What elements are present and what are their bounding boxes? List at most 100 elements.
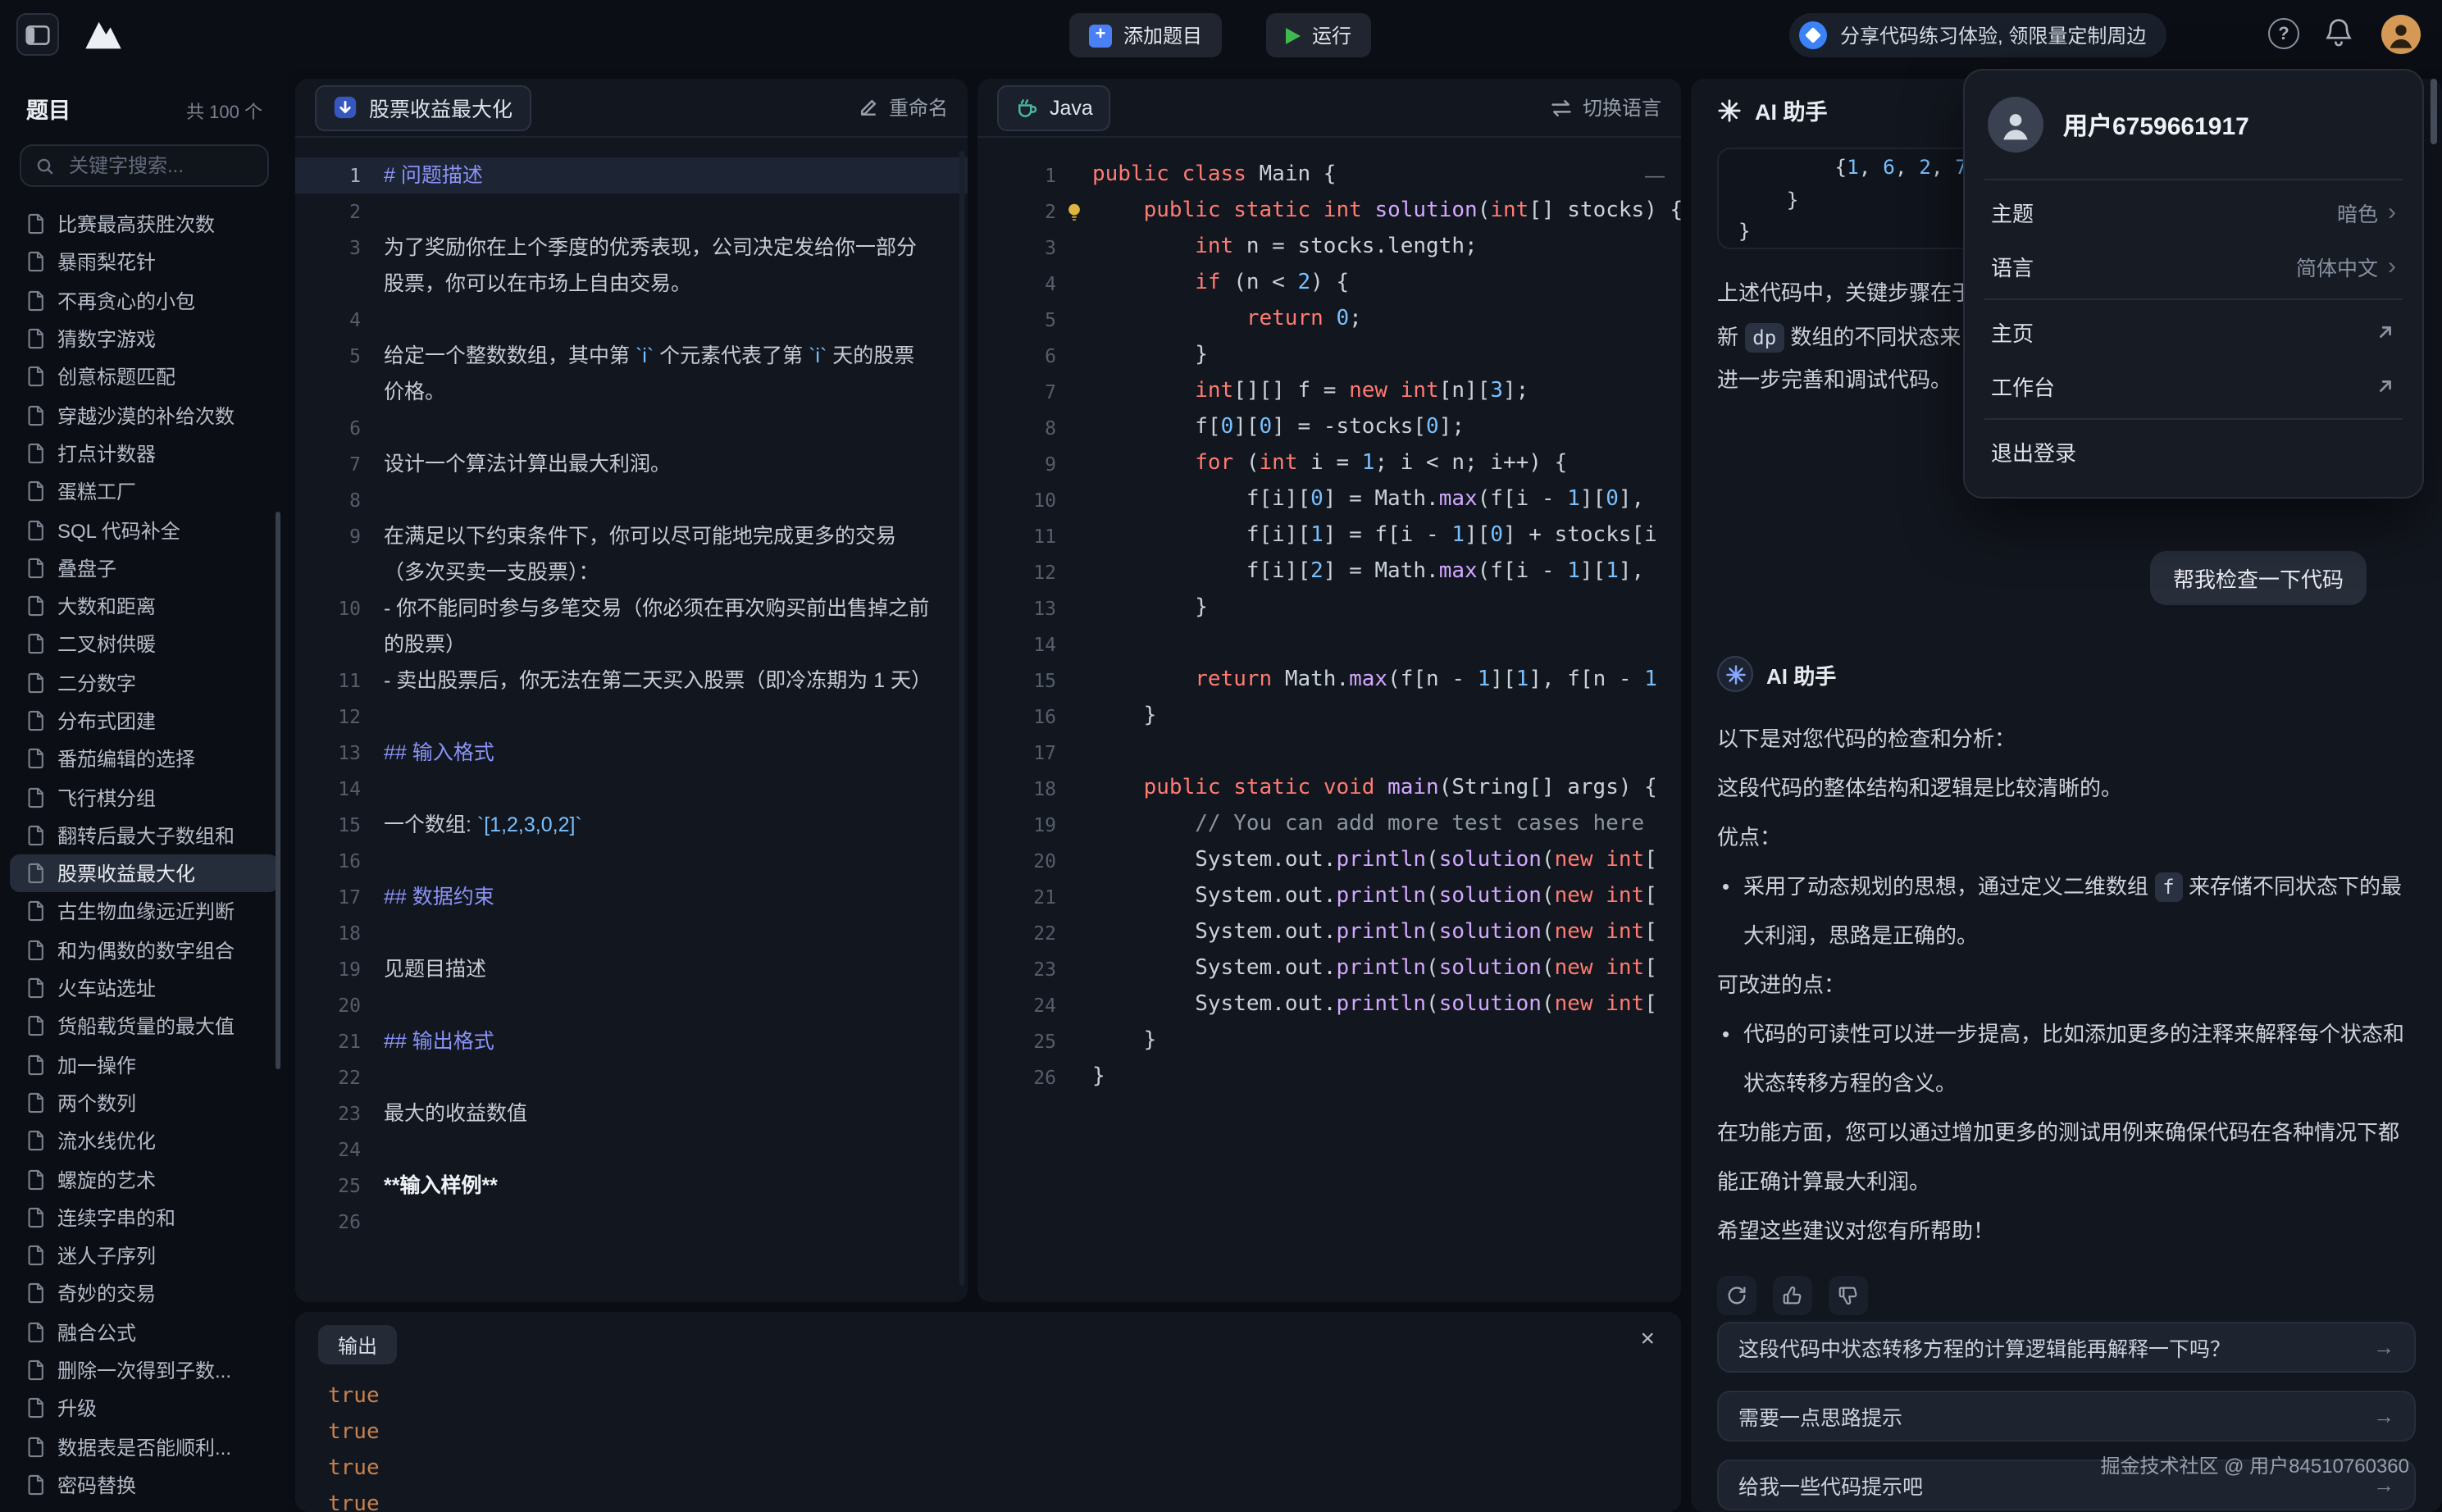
markdown-line[interactable]: 17## 数据约束 xyxy=(295,879,968,915)
sidebar-item-problem[interactable]: 创意标题匹配 xyxy=(10,358,279,396)
markdown-line[interactable]: 18 xyxy=(295,915,968,951)
code-line[interactable]: 8 f[0][0] = -stocks[0]; xyxy=(977,410,1681,446)
fold-indicator[interactable]: — xyxy=(1645,161,1665,190)
sidebar-item-problem[interactable]: 番茄编辑的选择 xyxy=(10,740,279,778)
promo-banner[interactable]: 分享代码练习体验, 领限量定制周边 xyxy=(1789,13,2166,57)
sidebar-item-problem[interactable]: 飞行棋分组 xyxy=(10,778,279,817)
code-line[interactable]: 19 // You can add more test cases here xyxy=(977,807,1681,843)
sidebar-item-problem[interactable]: 迷人子序列 xyxy=(10,1236,279,1275)
sidebar-item-problem[interactable]: 比赛最高获胜次数 xyxy=(10,205,279,244)
code-line[interactable]: 2 public static int solution(int[] stock… xyxy=(977,194,1681,230)
code-line[interactable]: 26} xyxy=(977,1059,1681,1095)
code-line[interactable]: 7 int[][] f = new int[n][3]; xyxy=(977,374,1681,410)
sidebar-item-problem[interactable]: 奇妙的交易 xyxy=(10,1275,279,1314)
code-line[interactable]: 3 int n = stocks.length; xyxy=(977,230,1681,266)
code-line[interactable]: 22 System.out.println(solution(new int[ xyxy=(977,915,1681,951)
code-line[interactable]: 11 f[i][1] = f[i - 1][0] + stocks[i xyxy=(977,518,1681,554)
sidebar-item-problem[interactable]: 升级 xyxy=(10,1389,279,1428)
sidebar-item-problem[interactable]: SQL 代码补全 xyxy=(10,511,279,549)
markdown-line[interactable]: 6 xyxy=(295,410,968,446)
markdown-line[interactable]: 26 xyxy=(295,1204,968,1240)
sidebar-item-problem[interactable]: 加一操作 xyxy=(10,1045,279,1084)
markdown-line[interactable]: 1# 问题描述 xyxy=(295,157,968,194)
menu-item-language[interactable]: 语言简体中文› xyxy=(1975,241,2412,292)
bell-icon[interactable] xyxy=(2324,16,2353,56)
markdown-line[interactable]: 10- 你不能同时参与多笔交易（你必须在再次购买前出售掉之前的股票） xyxy=(295,590,968,663)
menu-item-logout[interactable]: 退出登录 xyxy=(1975,426,2412,477)
markdown-line[interactable]: 15一个数组: `[1,2,3,0,2]` xyxy=(295,807,968,843)
code-line[interactable]: 10 f[i][0] = Math.max(f[i - 1][0], xyxy=(977,482,1681,518)
sidebar-item-problem[interactable]: 删除一次得到子数... xyxy=(10,1351,279,1390)
code-line[interactable]: 5 return 0; xyxy=(977,302,1681,338)
switch-language-button[interactable]: 切换语言 xyxy=(1550,93,1661,121)
regenerate-button[interactable] xyxy=(1717,1276,1756,1315)
sidebar-item-problem[interactable]: 融合公式 xyxy=(10,1313,279,1351)
page-scrollbar[interactable] xyxy=(2431,79,2437,144)
user-avatar[interactable] xyxy=(2381,15,2421,54)
code-line[interactable]: 23 System.out.println(solution(new int[ xyxy=(977,951,1681,987)
code-line[interactable]: 18 public static void main(String[] args… xyxy=(977,771,1681,807)
sidebar-item-problem[interactable]: 打点计数器 xyxy=(10,435,279,473)
suggested-prompt[interactable]: 这段代码中状态转移方程的计算逻辑能再解释一下吗？→ xyxy=(1717,1322,2416,1373)
close-icon[interactable]: × xyxy=(1640,1327,1655,1351)
code-line[interactable]: 16 } xyxy=(977,699,1681,735)
markdown-line[interactable]: 9在满足以下约束条件下，你可以尽可能地完成更多的交易（多次买卖一支股票）： xyxy=(295,518,968,590)
code-line[interactable]: 14 xyxy=(977,626,1681,663)
markdown-line[interactable]: 11- 卖出股票后，你无法在第二天买入股票（即冷冻期为 1 天） xyxy=(295,663,968,699)
code-line[interactable]: 4 if (n < 2) { xyxy=(977,266,1681,302)
markdown-line[interactable]: 2 xyxy=(295,194,968,230)
code-line[interactable]: 6 } xyxy=(977,338,1681,374)
sidebar-item-problem[interactable]: 不再贪心的小包 xyxy=(10,281,279,320)
sidebar-item-problem[interactable]: 二叉树供暖 xyxy=(10,626,279,664)
sidebar-item-problem[interactable]: 猜数字游戏 xyxy=(10,320,279,358)
code-line[interactable]: 12 f[i][2] = Math.max(f[i - 1][1], xyxy=(977,554,1681,590)
sidebar-item-problem[interactable]: 连续字串的和 xyxy=(10,1198,279,1236)
markdown-line[interactable]: 4 xyxy=(295,302,968,338)
sidebar-item-problem[interactable]: 穿越沙漠的补给次数 xyxy=(10,396,279,435)
markdown-line[interactable]: 16 xyxy=(295,843,968,879)
code-line[interactable]: 21 System.out.println(solution(new int[ xyxy=(977,879,1681,915)
sidebar-item-problem[interactable]: 分布式团建 xyxy=(10,702,279,740)
markdown-line[interactable]: 22 xyxy=(295,1059,968,1095)
sidebar-item-problem[interactable]: 暴雨梨花针 xyxy=(10,244,279,282)
sidebar-item-problem[interactable]: 古生物血缘远近判断 xyxy=(10,893,279,931)
menu-item-theme[interactable]: 主题暗色› xyxy=(1975,187,2412,238)
code-line[interactable]: 17 xyxy=(977,735,1681,771)
markdown-line[interactable]: 21## 输出格式 xyxy=(295,1023,968,1059)
markdown-line[interactable]: 23最大的收益数值 xyxy=(295,1095,968,1132)
markdown-line[interactable]: 19见题目描述 xyxy=(295,951,968,987)
markdown-line[interactable]: 3为了奖励你在上个季度的优秀表现，公司决定发给你一部分股票，你可以在市场上自由交… xyxy=(295,230,968,302)
sidebar-item-problem[interactable]: 蛋糕工厂 xyxy=(10,472,279,511)
code-line[interactable]: 25 } xyxy=(977,1023,1681,1059)
markdown-line[interactable]: 12 xyxy=(295,699,968,735)
markdown-line[interactable]: 13## 输入格式 xyxy=(295,735,968,771)
code-line[interactable]: 20 System.out.println(solution(new int[ xyxy=(977,843,1681,879)
markdown-line[interactable]: 25**输入样例** xyxy=(295,1168,968,1204)
sidebar-item-problem[interactable]: 密码替换 xyxy=(10,1466,279,1505)
run-button[interactable]: 运行 xyxy=(1266,13,1371,57)
sidebar-item-problem[interactable]: 和为偶数的数字组合 xyxy=(10,931,279,969)
sidebar-scrollbar[interactable] xyxy=(276,512,280,1069)
sidebar-item-problem[interactable]: 二分数字 xyxy=(10,663,279,702)
markdown-line[interactable]: 8 xyxy=(295,482,968,518)
markdown-line[interactable]: 20 xyxy=(295,987,968,1023)
sidebar-item-problem[interactable]: 股票收益最大化 xyxy=(10,854,279,893)
sidebar-item-problem[interactable]: 大数和距离 xyxy=(10,587,279,626)
help-icon[interactable]: ? xyxy=(2268,18,2299,49)
markdown-line[interactable]: 24 xyxy=(295,1132,968,1168)
add-problem-button[interactable]: + 添加题目 xyxy=(1069,13,1222,57)
code-line[interactable]: 13 } xyxy=(977,590,1681,626)
suggested-prompt[interactable]: 需要一点思路提示→ xyxy=(1717,1391,2416,1441)
search-input[interactable] xyxy=(66,153,253,179)
sidebar-item-problem[interactable]: 翻转后最大子数组和 xyxy=(10,817,279,855)
markdown-scrollbar[interactable] xyxy=(959,151,964,1286)
sidebar-item-problem[interactable]: 货船载货量的最大值 xyxy=(10,1007,279,1045)
markdown-editor-body[interactable]: 1# 问题描述23为了奖励你在上个季度的优秀表现，公司决定发给你一部分股票，你可… xyxy=(295,138,968,1240)
code-line[interactable]: 9 for (int i = 1; i < n; i++) { xyxy=(977,446,1681,482)
code-line[interactable]: 15 return Math.max(f[n - 1][1], f[n - 1 xyxy=(977,663,1681,699)
sidebar-item-problem[interactable]: 两个数列 xyxy=(10,1084,279,1123)
markdown-line[interactable]: 5给定一个整数数组，其中第 `i` 个元素代表了第 `i` 天的股票价格。 xyxy=(295,338,968,410)
markdown-line[interactable]: 7设计一个算法计算出最大利润。 xyxy=(295,446,968,482)
code-line[interactable]: 1public class Main { xyxy=(977,157,1681,194)
sidebar-item-problem[interactable]: 数据表是否能顺利... xyxy=(10,1428,279,1466)
